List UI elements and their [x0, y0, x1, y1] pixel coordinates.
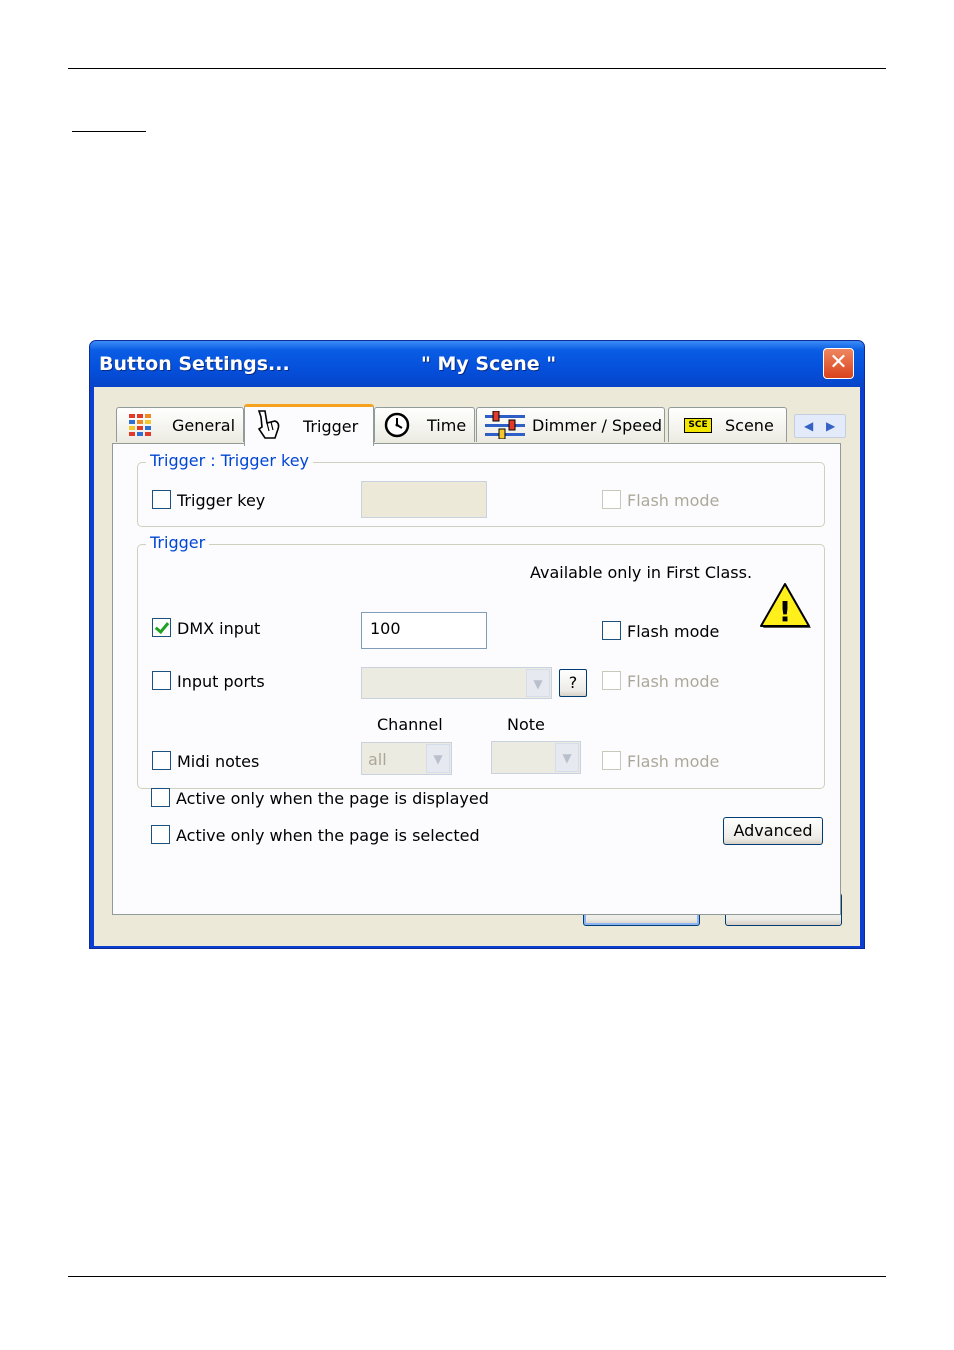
midi-note-select[interactable]: ▼ [491, 741, 581, 774]
close-icon: ✕ [829, 350, 848, 375]
close-button[interactable]: ✕ [823, 348, 854, 379]
channel-column-header: Channel [377, 715, 443, 734]
trigger-key-flash-label: Flash mode [627, 491, 720, 510]
sce-badge-icon: SCE [684, 418, 712, 433]
heading-underline [72, 131, 146, 132]
active-when-selected-label: Active only when the page is selected [176, 826, 480, 845]
midi-notes-label: Midi notes [177, 752, 260, 771]
trigger-group-title: Trigger [146, 533, 210, 552]
hand-pointer-icon [257, 410, 280, 439]
tab-trigger-label: Trigger [303, 417, 359, 436]
input-ports-help-button[interactable]: ? [559, 669, 587, 697]
input-ports-checkbox[interactable] [152, 671, 171, 690]
tab-scene-label: Scene [725, 416, 774, 435]
dmx-input-checkbox[interactable] [152, 618, 171, 637]
active-when-displayed-label: Active only when the page is displayed [176, 789, 489, 808]
chevron-left-icon[interactable]: ◀ [804, 419, 813, 433]
chevron-down-icon[interactable]: ▼ [555, 743, 579, 772]
input-ports-select[interactable]: ▼ [361, 667, 552, 699]
ports-flash-checkbox[interactable] [602, 671, 621, 690]
trigger-key-input[interactable] [361, 481, 487, 518]
chevron-down-icon[interactable]: ▼ [426, 744, 450, 773]
tab-dimmer-speed[interactable]: Dimmer / Speed [476, 407, 665, 442]
tab-dimmer-speed-label: Dimmer / Speed [532, 416, 663, 435]
warning-icon: ! [760, 583, 811, 628]
tab-time-label: Time [427, 416, 467, 435]
note-column-header: Note [507, 715, 545, 734]
midi-channel-select[interactable]: all ▼ [361, 742, 452, 775]
trigger-key-flash-checkbox[interactable] [602, 490, 621, 509]
advanced-button[interactable]: Advanced [723, 817, 823, 845]
trigger-key-checkbox[interactable] [152, 490, 171, 509]
dialog-client-area: General Trigger Time Dimmer / Speed SCE … [94, 387, 860, 946]
tab-trigger[interactable]: Trigger [244, 404, 374, 446]
tab-time[interactable]: Time [374, 407, 475, 442]
scene-name-title: " My Scene " [421, 353, 557, 375]
dmx-flash-label: Flash mode [627, 622, 720, 641]
header-rule [68, 68, 886, 69]
footer-rule [68, 1276, 886, 1277]
title-bar[interactable]: Button Settings... " My Scene " ✕ [90, 341, 864, 387]
tab-general[interactable]: General [116, 407, 244, 442]
svg-text:!: ! [779, 595, 792, 628]
trigger-key-group-title: Trigger : Trigger key [146, 451, 314, 470]
tab-general-label: General [172, 416, 236, 435]
dmx-flash-checkbox[interactable] [602, 621, 621, 640]
trigger-key-group: Trigger : Trigger key Trigger key Flash … [137, 451, 825, 527]
dialog-title: Button Settings... [99, 353, 290, 375]
clock-icon [384, 412, 410, 438]
trigger-group: Trigger Available only in First Class. !… [137, 533, 825, 789]
dmx-input-label: DMX input [177, 619, 261, 638]
trigger-tab-panel: Trigger : Trigger key Trigger key Flash … [112, 443, 841, 915]
active-when-selected-checkbox[interactable] [151, 825, 170, 844]
tab-scroll-buttons[interactable]: ◀ ▶ [794, 414, 846, 438]
ports-flash-label: Flash mode [627, 672, 720, 691]
midi-notes-checkbox[interactable] [152, 751, 171, 770]
sliders-icon [485, 411, 525, 439]
midi-flash-checkbox[interactable] [602, 751, 621, 770]
first-class-notice: Available only in First Class. [530, 563, 753, 582]
input-ports-label: Input ports [177, 672, 265, 691]
color-grid-icon [129, 414, 151, 436]
trigger-key-label: Trigger key [177, 491, 266, 510]
midi-channel-value: all [368, 750, 387, 769]
midi-flash-label: Flash mode [627, 752, 720, 771]
chevron-down-icon[interactable]: ▼ [526, 669, 550, 697]
button-settings-dialog: Button Settings... " My Scene " ✕ Genera… [89, 340, 865, 949]
tab-scene[interactable]: SCE Scene [668, 407, 787, 442]
dmx-input-field[interactable]: 100 [361, 612, 487, 649]
active-when-displayed-checkbox[interactable] [151, 788, 170, 807]
chevron-right-icon[interactable]: ▶ [826, 419, 835, 433]
